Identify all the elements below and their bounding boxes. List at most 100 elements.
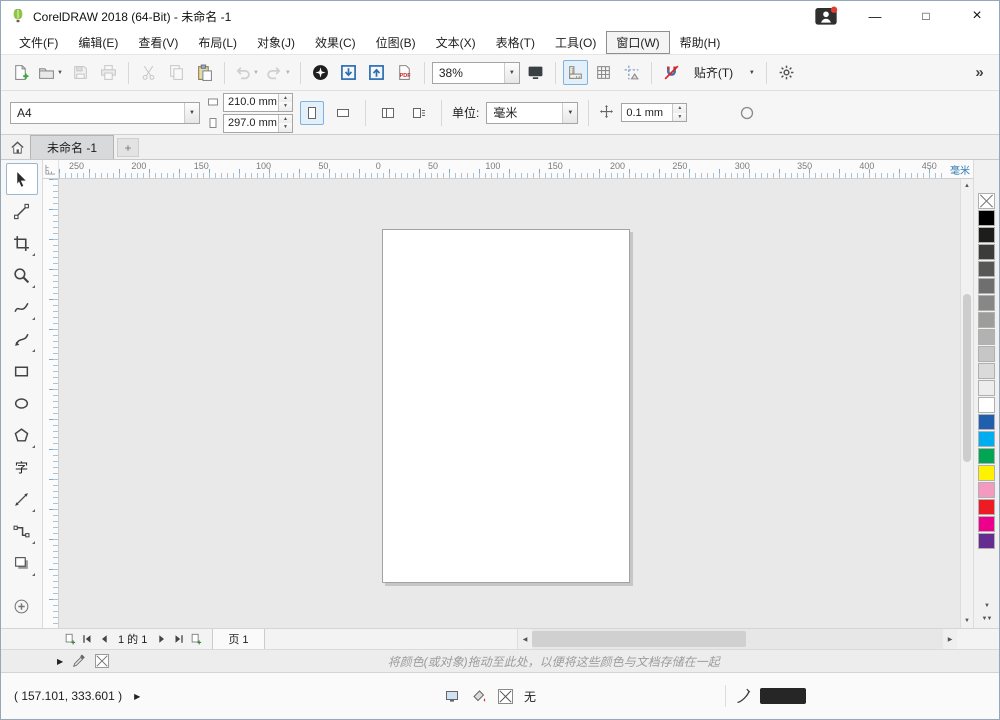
paste-button[interactable] [192, 60, 217, 85]
landscape-orientation-button[interactable] [331, 101, 355, 125]
units-select[interactable]: 毫米 ▼ [486, 102, 578, 124]
close-button[interactable]: × [955, 1, 999, 31]
freehand-tool[interactable] [6, 291, 38, 323]
vertical-scroll-track[interactable] [961, 193, 973, 614]
pick-tool[interactable] [6, 163, 38, 195]
menu-view[interactable]: 查看(V) [128, 31, 188, 54]
search-content-button[interactable] [308, 60, 333, 85]
hint-no-color-swatch[interactable] [95, 654, 109, 668]
scroll-left-icon[interactable]: ◀ [518, 629, 532, 649]
menu-file[interactable]: 文件(F) [9, 31, 68, 54]
add-page-button[interactable] [187, 631, 204, 648]
hint-expander-icon[interactable]: ▶ [57, 657, 63, 666]
show-rulers-button[interactable] [563, 60, 588, 85]
palette-swatch-cyan[interactable] [978, 431, 995, 447]
dimension-tool[interactable] [6, 483, 38, 515]
ellipse-tool[interactable] [6, 387, 38, 419]
document-tab[interactable]: 未命名 -1 [30, 135, 114, 159]
palette-expand-icon[interactable]: ▼▼ [974, 612, 999, 625]
page-options-button[interactable] [735, 101, 759, 125]
current-page-size-button[interactable] [407, 101, 431, 125]
artistic-media-tool[interactable] [6, 323, 38, 355]
nudge-stepper[interactable]: ▲▼ [672, 104, 686, 121]
vertical-scroll-thumb[interactable] [963, 294, 971, 462]
palette-swatch-green[interactable] [978, 448, 995, 464]
drawing-page[interactable] [382, 229, 630, 583]
portrait-orientation-button[interactable] [300, 101, 324, 125]
export-button[interactable] [364, 60, 389, 85]
previous-page-button[interactable] [95, 631, 112, 648]
palette-swatch-gray-30[interactable] [978, 329, 995, 345]
add-page-button[interactable] [61, 631, 78, 648]
snap-to-select[interactable]: 贴齐(T)▼ [687, 62, 759, 84]
chevron-down-icon[interactable]: ▼ [746, 63, 758, 83]
maximize-button[interactable]: □ [904, 1, 948, 31]
publish-pdf-button[interactable]: PDF [392, 60, 417, 85]
menu-window[interactable]: 窗口(W) [606, 31, 669, 54]
new-document-button[interactable] [8, 60, 33, 85]
stepper-up-icon[interactable]: ▲ [279, 94, 292, 103]
minimize-button[interactable]: — [853, 1, 897, 31]
last-page-button[interactable] [170, 631, 187, 648]
nudge-distance-field[interactable]: 0.1 mm ▲▼ [621, 103, 687, 122]
chevron-down-icon[interactable]: ▼ [184, 103, 199, 123]
first-page-button[interactable] [78, 631, 95, 648]
chevron-down-icon[interactable]: ▼ [253, 70, 259, 76]
palette-swatch-gray-20[interactable] [978, 346, 995, 362]
snap-off-button[interactable] [659, 60, 684, 85]
scroll-up-icon[interactable]: ▲ [961, 179, 973, 193]
status-expander-icon[interactable]: ▶ [134, 692, 140, 701]
menu-object[interactable]: 对象(J) [247, 31, 305, 54]
menu-text[interactable]: 文本(X) [426, 31, 486, 54]
palette-swatch-gray-10[interactable] [978, 363, 995, 379]
toolbar-overflow-button[interactable]: » [967, 60, 992, 85]
palette-swatch-white[interactable] [978, 397, 995, 413]
eyedropper-icon[interactable] [72, 654, 86, 668]
zoom-level-select[interactable]: 38%▼ [432, 62, 520, 84]
horizontal-ruler-ticks[interactable]: 2502001501005005010015020025030035040045… [59, 160, 947, 178]
vertical-scrollbar[interactable]: ▲ ▼ [960, 179, 973, 628]
show-grid-button[interactable] [591, 60, 616, 85]
menu-table[interactable]: 表格(T) [486, 31, 545, 54]
palette-swatch-black[interactable] [978, 210, 995, 226]
palette-swatch-gray-40[interactable] [978, 312, 995, 328]
chevron-down-icon[interactable]: ▼ [57, 70, 63, 76]
show-guidelines-button[interactable] [619, 60, 644, 85]
palette-swatch-magenta[interactable] [978, 516, 995, 532]
chevron-down-icon[interactable]: ▼ [504, 63, 519, 83]
palette-swatch-pink[interactable] [978, 482, 995, 498]
shape-tool[interactable] [6, 195, 38, 227]
palette-swatch-gray-60[interactable] [978, 278, 995, 294]
stepper-down-icon[interactable]: ▼ [673, 113, 686, 122]
stepper-down-icon[interactable]: ▼ [279, 102, 292, 111]
palette-scroll-down-icon[interactable]: ▼ [974, 599, 999, 612]
crop-tool[interactable] [6, 227, 38, 259]
rectangle-tool[interactable] [6, 355, 38, 387]
options-button[interactable] [774, 60, 799, 85]
scroll-right-icon[interactable]: ▶ [943, 629, 957, 649]
page-height-field[interactable]: 297.0 mm ▲▼ [223, 114, 293, 133]
ruler-origin-button[interactable] [43, 160, 59, 178]
stepper-up-icon[interactable]: ▲ [279, 115, 292, 124]
zoom-tool[interactable] [6, 259, 38, 291]
polygon-tool[interactable] [6, 419, 38, 451]
palette-swatch-gray-90[interactable] [978, 227, 995, 243]
user-account-button[interactable] [806, 3, 846, 29]
text-tool[interactable]: 字 [6, 451, 38, 483]
more-tools-button[interactable] [6, 590, 38, 622]
chevron-down-icon[interactable]: ▼ [562, 103, 577, 123]
page-size-preset-select[interactable]: A4 ▼ [10, 102, 200, 124]
horizontal-scrollbar[interactable]: ◀ ▶ [517, 629, 957, 649]
vertical-ruler[interactable] [43, 179, 59, 628]
palette-swatch-gray-5[interactable] [978, 380, 995, 396]
new-document-tab-button[interactable]: + [117, 138, 139, 157]
menu-bitmaps[interactable]: 位图(B) [366, 31, 426, 54]
page-width-field[interactable]: 210.0 mm ▲▼ [223, 93, 293, 112]
palette-swatch-purple[interactable] [978, 533, 995, 549]
open-button[interactable]: ▼ [36, 60, 65, 85]
stepper-down-icon[interactable]: ▼ [279, 123, 292, 132]
palette-swatch-yellow[interactable] [978, 465, 995, 481]
next-page-button[interactable] [153, 631, 170, 648]
horizontal-ruler[interactable]: 2502001501005005010015020025030035040045… [43, 160, 973, 179]
connector-tool[interactable] [6, 515, 38, 547]
